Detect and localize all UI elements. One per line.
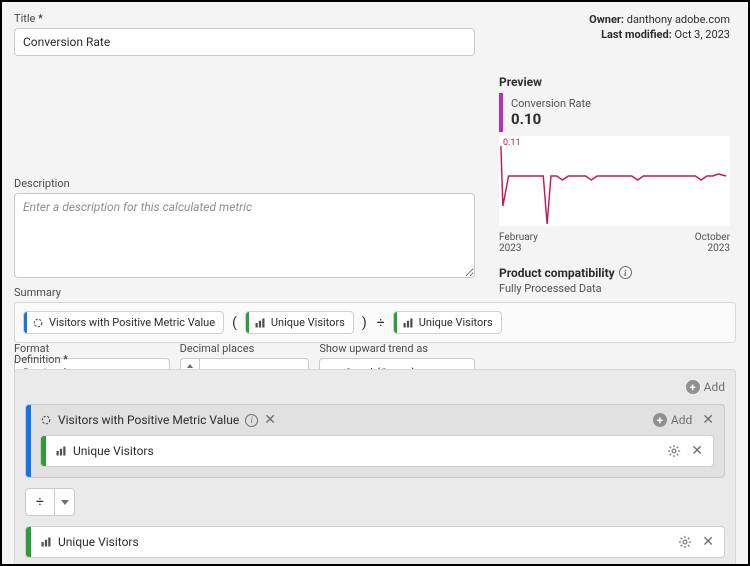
gear-icon[interactable] — [667, 444, 681, 458]
inner-metric-row[interactable]: Unique Visitors ✕ — [40, 435, 714, 467]
preview-metric-box: Conversion Rate 0.10 — [499, 93, 730, 132]
compat-heading: Product compatibility i — [499, 266, 730, 280]
description-textarea[interactable] — [14, 193, 475, 278]
chevron-down-icon — [61, 500, 69, 505]
info-icon[interactable]: i — [245, 414, 258, 427]
summary-label: Summary — [14, 286, 736, 299]
owner-label: Owner: — [589, 13, 624, 26]
segment-title-area: Visitors with Positive Metric Value i ✕ — [40, 413, 645, 427]
segment-container: Visitors with Positive Metric Value i ✕ … — [25, 404, 725, 478]
metric-icon — [55, 445, 67, 457]
segment-header: Visitors with Positive Metric Value i ✕ … — [26, 405, 724, 435]
remove-metric-button[interactable]: ✕ — [702, 535, 714, 549]
chart-end-year: 2023 — [695, 243, 730, 254]
operator-dropdown-trigger[interactable] — [54, 489, 74, 515]
metric-builder-panel: Title Description Format Decimal Decimal… — [0, 0, 750, 566]
preview-chart: 0.11 — [499, 136, 730, 226]
segment-actions: + Add ✕ — [653, 413, 714, 427]
remove-segment-button[interactable]: ✕ — [702, 413, 714, 427]
summary-operator: ÷ — [375, 315, 387, 331]
operator-selector[interactable]: ÷ — [25, 488, 75, 516]
add-label: Add — [671, 413, 692, 427]
summary-metric1-label: Unique Visitors — [271, 316, 345, 329]
metric-icon — [254, 317, 266, 329]
summary-metric1-pill[interactable]: Unique Visitors — [245, 311, 354, 334]
segment-icon — [32, 317, 44, 329]
outer-metric-row[interactable]: Unique Visitors ✕ — [25, 526, 725, 558]
preview-heading: Preview — [499, 75, 730, 89]
definition-area: + Add Visitors with Positive Metric Valu… — [14, 369, 736, 566]
owner-value: danthony adobe.com — [627, 13, 730, 26]
metric-icon — [402, 317, 414, 329]
description-label: Description — [14, 177, 475, 190]
chart-start-month: February — [499, 232, 538, 243]
modified-value: Oct 3, 2023 — [675, 28, 730, 41]
segment-icon — [40, 414, 52, 426]
close-icon[interactable]: ✕ — [264, 413, 276, 427]
chart-end-month: October — [695, 232, 730, 243]
plus-circle-icon: + — [653, 413, 667, 427]
gear-icon[interactable] — [678, 535, 692, 549]
outer-metric-text: Unique Visitors — [58, 535, 139, 549]
summary-segment-pill[interactable]: Visitors with Positive Metric Value — [23, 311, 224, 334]
definition-label: Definition — [14, 353, 736, 366]
lower-section: Summary Visitors with Positive Metric Va… — [2, 280, 748, 566]
compat-title-text: Product compatibility — [499, 266, 615, 280]
add-definition-button[interactable]: + Add — [686, 380, 725, 394]
segment-title-text: Visitors with Positive Metric Value — [58, 413, 239, 427]
paren-open: ( — [230, 315, 239, 331]
chart-date-range: February 2023 October 2023 — [499, 232, 730, 254]
inner-metric-text: Unique Visitors — [73, 444, 154, 458]
title-field: Title — [14, 12, 475, 169]
inner-metric-actions: ✕ — [667, 444, 703, 458]
operator-symbol: ÷ — [26, 489, 54, 515]
outer-metric-name-area: Unique Visitors — [40, 535, 678, 549]
remove-metric-button[interactable]: ✕ — [691, 444, 703, 458]
meta-info: Owner: danthony adobe.com Last modified:… — [499, 12, 730, 43]
add-label: Add — [704, 380, 725, 394]
preview-metric-name: Conversion Rate — [511, 97, 730, 110]
chart-peak-label: 0.11 — [503, 138, 521, 148]
chart-start-year: 2023 — [499, 243, 538, 254]
title-input[interactable] — [14, 28, 475, 56]
modified-label: Last modified: — [601, 28, 672, 41]
summary-segment-label: Visitors with Positive Metric Value — [49, 316, 215, 329]
sparkline-icon — [499, 136, 730, 226]
preview-metric-value: 0.10 — [511, 110, 730, 128]
definition-toolbar: + Add — [25, 380, 725, 394]
summary-box: Visitors with Positive Metric Value ( Un… — [14, 302, 736, 343]
metric-color-bar — [41, 436, 46, 466]
metric-icon — [40, 536, 52, 548]
plus-circle-icon: + — [686, 380, 700, 394]
info-icon[interactable]: i — [619, 266, 632, 279]
title-label: Title — [14, 12, 475, 25]
inner-metric-name-area: Unique Visitors — [55, 444, 667, 458]
segment-color-bar — [26, 405, 31, 477]
summary-metric2-label: Unique Visitors — [419, 316, 493, 329]
segment-add-button[interactable]: + Add — [653, 413, 692, 427]
paren-close: ) — [360, 315, 369, 331]
metric-color-bar — [26, 527, 31, 557]
outer-metric-actions: ✕ — [678, 535, 714, 549]
summary-metric2-pill[interactable]: Unique Visitors — [393, 311, 502, 334]
